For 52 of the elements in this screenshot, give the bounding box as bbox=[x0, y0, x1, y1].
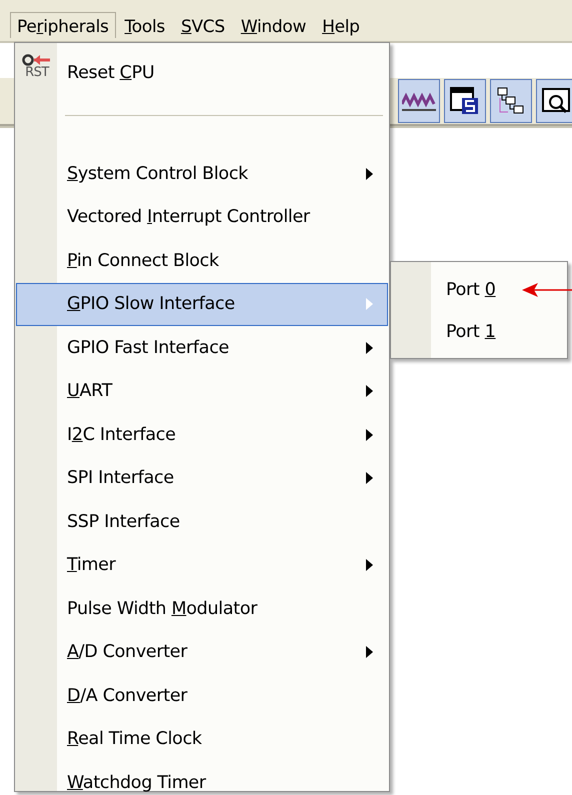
submenu-arrow-icon bbox=[366, 342, 373, 354]
window-search-icon[interactable] bbox=[536, 78, 572, 123]
menu-item-label: A/D Converter bbox=[67, 642, 188, 662]
submenu-arrow-icon bbox=[366, 385, 373, 398]
submenu-arrow-icon bbox=[366, 298, 373, 310]
menu-item[interactable]: RST Reset CPU bbox=[16, 45, 388, 101]
menu-item[interactable]: SSP Interface bbox=[16, 500, 388, 544]
window-s-icon[interactable] bbox=[444, 78, 486, 123]
menu-item[interactable]: GPIO Fast Interface bbox=[16, 326, 388, 370]
menu-item[interactable]: Pulse Width Modulator bbox=[16, 587, 388, 630]
submenu-item[interactable]: Port 1 bbox=[392, 311, 566, 353]
menu-item[interactable]: Watchdog Timer bbox=[16, 761, 388, 795]
menu-item-label: Reset CPU bbox=[67, 63, 154, 83]
menu-item-label: Real Time Clock bbox=[67, 729, 202, 750]
menu-item[interactable]: D/A Converter bbox=[16, 674, 388, 718]
submenu-arrow-icon bbox=[366, 472, 373, 484]
submenu-arrow-icon bbox=[366, 559, 373, 572]
menu-item-label: D/A Converter bbox=[67, 686, 188, 706]
menu-item[interactable]: I2C Interface bbox=[16, 413, 388, 456]
menu-item-label: UART bbox=[67, 381, 112, 402]
menu-item-label: GPIO Slow Interface bbox=[67, 294, 235, 314]
menu-item-label: SPI Interface bbox=[67, 468, 174, 488]
menu-item[interactable]: System Control Block bbox=[16, 152, 388, 196]
menu-item-label: GPIO Fast Interface bbox=[67, 338, 229, 358]
menu-item[interactable]: UART bbox=[16, 370, 388, 413]
menu-item-label: Watchdog Timer bbox=[67, 772, 206, 793]
submenu-arrow-icon bbox=[366, 646, 373, 658]
menu-item-label: Pin Connect Block bbox=[67, 250, 219, 271]
menu-item[interactable]: A/D Converter bbox=[16, 630, 388, 674]
menu-item-label: Vectored Interrupt Controller bbox=[67, 207, 310, 228]
menu-item[interactable]: SPI Interface bbox=[16, 456, 388, 500]
menu-item-label: Timer bbox=[67, 555, 116, 576]
menu-item-label: SSP Interface bbox=[67, 512, 180, 532]
submenu-arrow-icon bbox=[366, 168, 373, 180]
submenu-arrow-icon bbox=[366, 428, 373, 441]
menu-item-label: Pulse Width Modulator bbox=[67, 598, 258, 619]
menu-bar-item[interactable]: SVCS bbox=[174, 12, 232, 38]
submenu-item[interactable]: Port 0 bbox=[392, 269, 566, 311]
menu-item-label: System Control Block bbox=[67, 164, 248, 184]
menu-item[interactable]: Real Time Clock bbox=[16, 718, 388, 761]
menu-bar-item[interactable]: Window bbox=[234, 12, 314, 38]
menu-item[interactable]: GPIO Slow Interface bbox=[16, 282, 388, 326]
menu-item-label: I2C Interface bbox=[67, 424, 176, 445]
hierarchy-icon[interactable] bbox=[490, 78, 532, 123]
waveform-icon[interactable] bbox=[398, 78, 440, 123]
menu-bar-item[interactable]: Peripherals bbox=[10, 12, 116, 38]
menu-bar-item[interactable]: Tools bbox=[118, 12, 172, 38]
menu-bar-item[interactable]: Help bbox=[315, 12, 367, 38]
menu-item[interactable]: Pin Connect Block bbox=[16, 239, 388, 282]
menu-item[interactable]: Vectored Interrupt Controller bbox=[16, 196, 388, 239]
menu-item[interactable]: Timer bbox=[16, 544, 388, 587]
callout-arrow bbox=[522, 282, 572, 298]
